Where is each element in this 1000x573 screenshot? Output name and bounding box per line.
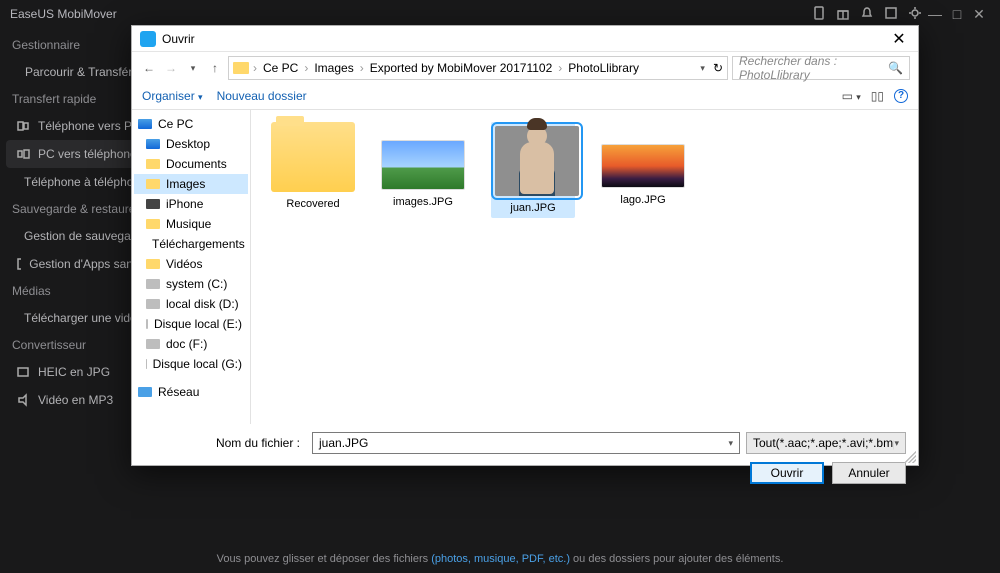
file-name: images.JPG	[381, 196, 465, 208]
organize-menu[interactable]: Organiser ▾	[142, 89, 203, 103]
preview-pane-button[interactable]: ▯▯	[871, 89, 884, 103]
view-mode-button[interactable]: ▭ ▾	[842, 89, 861, 103]
nav-label: Télécharger une vidéo	[24, 311, 143, 325]
file-name: lago.JPG	[601, 194, 685, 206]
puzzle-icon[interactable]	[882, 6, 900, 23]
open-button[interactable]: Ouvrir	[750, 462, 824, 484]
tree-disk-f[interactable]: doc (F:)	[134, 334, 248, 354]
close-button[interactable]: ✕	[968, 6, 990, 23]
filename-value: juan.JPG	[319, 436, 368, 450]
nav-label: Gestion d'Apps santé	[29, 257, 143, 271]
file-item-folder[interactable]: Recovered	[271, 122, 355, 210]
breadcrumb-item[interactable]: PhotoLlibrary	[566, 61, 641, 75]
search-icon: 🔍	[888, 61, 903, 75]
bell-icon[interactable]	[858, 6, 876, 23]
dialog-close-button[interactable]: ✕	[888, 29, 910, 49]
folder-icon	[233, 62, 249, 74]
filename-label: Nom du fichier :	[144, 436, 306, 450]
tree-disk-d[interactable]: local disk (D:)	[134, 294, 248, 314]
file-item-image[interactable]: lago.JPG	[601, 122, 685, 206]
nav-label: Gestion de sauvegarde	[24, 229, 148, 243]
filetype-select[interactable]: Tout(*.aac;*.ape;*.avi;*.bmp;*.c ▾	[746, 432, 906, 454]
image-thumbnail	[495, 126, 579, 196]
file-item-image[interactable]: juan.JPG	[491, 122, 575, 218]
tree-this-pc[interactable]: Ce PC	[134, 114, 248, 134]
tree-documents[interactable]: Documents	[134, 154, 248, 174]
breadcrumb-item[interactable]: Exported by MobiMover 20171102	[368, 61, 555, 75]
file-name: Recovered	[271, 198, 355, 210]
tree-iphone[interactable]: iPhone	[134, 194, 248, 214]
breadcrumb-item[interactable]: Ce PC	[261, 61, 300, 75]
file-open-dialog: Ouvrir ✕ ← → ▾ ↑ › Ce PC› Images› Export…	[131, 25, 919, 466]
file-name: juan.JPG	[495, 202, 571, 214]
tree-images[interactable]: Images	[134, 174, 248, 194]
nav-label: Téléphone vers PC	[38, 119, 141, 133]
nav-label: Parcourir & Transférer	[25, 65, 143, 79]
back-button[interactable]: ←	[140, 59, 158, 77]
search-input[interactable]: Rechercher dans : PhotoLlibrary 🔍	[732, 56, 910, 80]
nav-pc-to-phone[interactable]: PC vers téléphone	[6, 140, 149, 168]
minimize-button[interactable]: —	[924, 6, 946, 22]
app-title: EaseUS MobiMover	[10, 7, 117, 21]
breadcrumb-item[interactable]: Images	[312, 61, 355, 75]
nav-label: PC vers téléphone	[38, 147, 137, 161]
tree-network[interactable]: Réseau	[134, 382, 248, 402]
tree-music[interactable]: Musique	[134, 214, 248, 234]
filetype-value: Tout(*.aac;*.ape;*.avi;*.bmp;*.c	[753, 436, 894, 450]
maximize-button[interactable]: □	[946, 6, 968, 22]
dialog-title: Ouvrir	[162, 32, 888, 46]
tree-videos[interactable]: Vidéos	[134, 254, 248, 274]
nav-label: Vidéo en MP3	[38, 393, 113, 407]
nav-label: HEIC en JPG	[38, 365, 110, 379]
chevron-down-icon: ▾	[894, 438, 899, 449]
image-thumbnail	[381, 140, 465, 190]
new-folder-button[interactable]: Nouveau dossier	[217, 89, 307, 103]
resize-grip[interactable]	[904, 451, 916, 463]
forward-button[interactable]: →	[162, 59, 180, 77]
refresh-button[interactable]: ↻	[713, 61, 723, 75]
file-item-image[interactable]: images.JPG	[381, 122, 465, 208]
drop-hint-link[interactable]: (photos, musique, PDF, etc.)	[431, 553, 570, 565]
file-list: Recovered images.JPG juan.JPG lago.JPG	[251, 110, 918, 424]
nav-label: Téléphone à téléphone	[24, 175, 147, 189]
tree-disk-g[interactable]: Disque local (G:)	[134, 354, 248, 374]
drop-hint: Vous pouvez glisser et déposer des fichi…	[0, 553, 1000, 565]
tree-downloads[interactable]: Téléchargements	[134, 234, 248, 254]
cancel-button[interactable]: Annuler	[832, 462, 906, 484]
help-button[interactable]: ?	[894, 89, 908, 103]
folder-tree: Ce PC Desktop Documents Images iPhone Mu…	[132, 110, 251, 424]
chevron-down-icon[interactable]: ▾	[728, 438, 733, 449]
tree-disk-c[interactable]: system (C:)	[134, 274, 248, 294]
up-button[interactable]: ↑	[206, 59, 224, 77]
dialog-icon	[140, 31, 156, 47]
phone-icon[interactable]	[810, 6, 828, 23]
address-bar[interactable]: › Ce PC› Images› Exported by MobiMover 2…	[228, 56, 728, 80]
recent-menu-button[interactable]: ▾	[184, 59, 202, 77]
gear-icon[interactable]	[906, 6, 924, 23]
tree-desktop[interactable]: Desktop	[134, 134, 248, 154]
gift-icon[interactable]	[834, 6, 852, 23]
folder-icon	[271, 122, 355, 192]
search-placeholder: Rechercher dans : PhotoLlibrary	[739, 54, 888, 82]
tree-disk-e[interactable]: Disque local (E:)	[134, 314, 248, 334]
breadcrumb-dropdown-icon[interactable]: ▾	[700, 63, 705, 74]
filename-input[interactable]: juan.JPG ▾	[312, 432, 740, 454]
image-thumbnail	[601, 144, 685, 188]
